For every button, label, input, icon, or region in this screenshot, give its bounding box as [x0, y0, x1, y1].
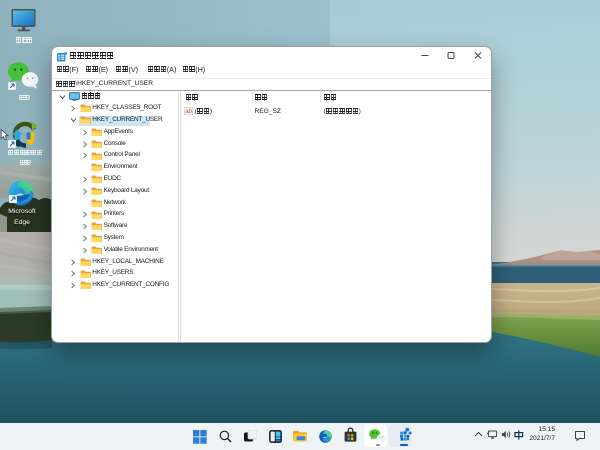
svg-text:ab: ab: [185, 109, 192, 115]
